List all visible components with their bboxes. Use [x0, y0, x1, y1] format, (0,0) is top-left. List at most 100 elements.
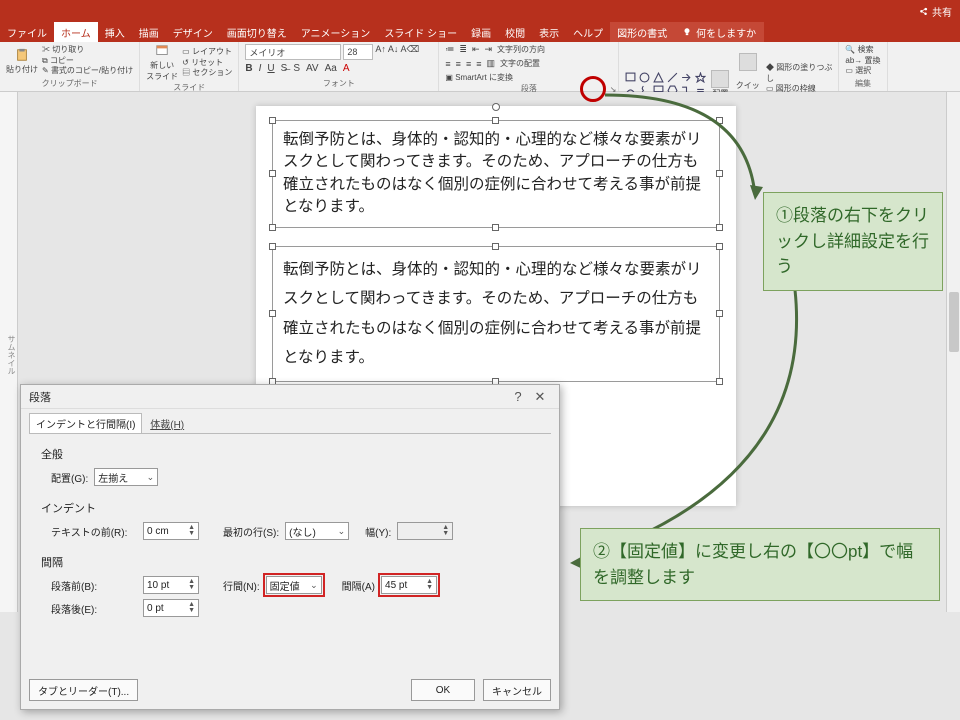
italic-icon[interactable]: I — [259, 63, 262, 74]
rotate-handle[interactable] — [492, 103, 500, 111]
cancel-button[interactable]: キャンセル — [483, 679, 551, 701]
text-box-1[interactable]: 転倒予防とは、身体的・認知的・心理的など様々な要素がリスクとして関わってきます。… — [272, 120, 720, 228]
paste-label[interactable]: 貼り付け — [6, 64, 38, 75]
shape-arrow-icon[interactable] — [681, 72, 692, 83]
font-size-combo[interactable]: 28 — [343, 44, 373, 60]
tell-me-input[interactable]: 何をしますか — [674, 22, 764, 42]
tab-design[interactable]: デザイン — [166, 22, 220, 42]
decrease-font-icon[interactable]: A↓ — [388, 44, 399, 60]
numbering-icon[interactable]: ≣ — [459, 44, 467, 55]
annotation-note-1: ①段落の右下をクリックし詳細設定を行う — [763, 192, 943, 291]
select-button[interactable]: ▭ 選択 — [845, 66, 880, 76]
shape-fill-button[interactable]: ◆ 図形の塗りつぶし — [766, 63, 832, 84]
arrange-icon[interactable] — [711, 70, 729, 88]
reset-button[interactable]: ↺ リセット — [182, 58, 232, 68]
resize-handle[interactable] — [269, 170, 276, 177]
space-before-spinner[interactable]: 10 pt▲▼ — [143, 576, 199, 594]
dialog-tab-indent[interactable]: インデントと行間隔(I) — [29, 413, 142, 433]
indent-increase-icon[interactable]: ⇥ — [485, 44, 493, 55]
resize-handle[interactable] — [492, 117, 499, 124]
resize-handle[interactable] — [269, 243, 276, 250]
space-after-spinner[interactable]: 0 pt▲▼ — [143, 599, 199, 617]
copy-button[interactable]: ⧉ コピー — [42, 56, 133, 66]
resize-handle[interactable] — [716, 243, 723, 250]
new-slide-icon[interactable] — [155, 44, 169, 58]
underline-icon[interactable]: U — [267, 63, 274, 74]
shadow-icon[interactable]: S — [293, 63, 300, 74]
cut-button[interactable]: ✂ 切り取り — [42, 45, 133, 55]
resize-handle[interactable] — [269, 310, 276, 317]
resize-handle[interactable] — [492, 243, 499, 250]
text-direction-button[interactable]: 文字列の方向 — [497, 44, 545, 55]
tab-animations[interactable]: アニメーション — [294, 22, 378, 42]
indent-before-spinner[interactable]: 0 cm▲▼ — [143, 522, 199, 540]
tab-view[interactable]: 表示 — [532, 22, 566, 42]
vertical-scrollbar[interactable] — [946, 92, 960, 612]
tab-transitions[interactable]: 画面切り替え — [220, 22, 294, 42]
strike-icon[interactable]: S̶ — [281, 63, 288, 74]
spacing-icon[interactable]: AV — [306, 63, 319, 74]
shape-rect-icon[interactable] — [625, 72, 636, 83]
font-name-combo[interactable]: メイリオ — [245, 44, 341, 60]
tab-slideshow[interactable]: スライド ショー — [377, 22, 464, 42]
bold-icon[interactable]: B — [245, 63, 252, 74]
line-spacing-select[interactable]: 固定値 — [266, 576, 322, 594]
tab-help[interactable]: ヘルプ — [566, 22, 610, 42]
ok-button[interactable]: OK — [411, 679, 475, 701]
resize-handle[interactable] — [716, 117, 723, 124]
first-line-select[interactable]: (なし) — [285, 522, 349, 540]
resize-handle[interactable] — [492, 224, 499, 231]
quick-styles-icon[interactable] — [739, 53, 757, 71]
resize-handle[interactable] — [716, 310, 723, 317]
dialog-tab-asian[interactable]: 体裁(H) — [144, 414, 190, 433]
tabs-button[interactable]: タブとリーダー(T)... — [29, 679, 138, 701]
clear-formatting-icon[interactable]: A⌫ — [400, 44, 419, 60]
resize-handle[interactable] — [269, 224, 276, 231]
align-left-icon[interactable]: ≡ — [445, 59, 450, 69]
section-button[interactable]: ▤ セクション — [182, 68, 232, 78]
tab-file[interactable]: ファイル — [0, 22, 54, 42]
text-box-2-content[interactable]: 転倒予防とは、身体的・認知的・心理的など様々な要素がリスクとして関わってきます。… — [283, 255, 709, 373]
tab-review[interactable]: 校閲 — [498, 22, 532, 42]
tab-record[interactable]: 録画 — [464, 22, 498, 42]
tab-home[interactable]: ホーム — [54, 22, 98, 42]
share-button[interactable]: 共有 — [919, 4, 952, 19]
replace-button[interactable]: ab→ 置換 — [845, 56, 880, 66]
resize-handle[interactable] — [716, 170, 723, 177]
scrollbar-thumb[interactable] — [949, 292, 959, 352]
text-box-1-content[interactable]: 転倒予防とは、身体的・認知的・心理的など様々な要素がリスクとして関わってきます。… — [283, 129, 709, 219]
indent-decrease-icon[interactable]: ⇤ — [472, 44, 480, 55]
text-align-button[interactable]: 文字の配置 — [500, 58, 540, 69]
font-color-icon[interactable]: A — [343, 63, 350, 74]
shape-triangle-icon[interactable] — [653, 72, 664, 83]
tab-insert[interactable]: 挿入 — [98, 22, 132, 42]
layout-button[interactable]: ▭ レイアウト — [182, 47, 232, 57]
shape-star-icon[interactable] — [695, 72, 706, 83]
find-button[interactable]: 🔍 検索 — [845, 45, 880, 55]
shape-line-icon[interactable] — [667, 72, 678, 83]
shape-circle-icon[interactable] — [639, 72, 650, 83]
columns-icon[interactable]: ▥ — [486, 58, 495, 69]
new-slide-label[interactable]: 新しい スライド — [146, 60, 178, 82]
smartart-button[interactable]: ▣ SmartArt に変換 — [445, 72, 513, 83]
group-drawing: 配置 クイック スタイル ◆ 図形の塗りつぶし ▭ 図形の枠線 ◑ 図形の効果 … — [619, 42, 839, 91]
bullets-icon[interactable]: ≔ — [445, 44, 454, 55]
justify-icon[interactable]: ≡ — [476, 59, 481, 69]
tab-format[interactable]: 図形の書式 — [610, 22, 674, 42]
format-painter-button[interactable]: ✎ 書式のコピー/貼り付け — [42, 66, 133, 76]
resize-handle[interactable] — [269, 117, 276, 124]
tab-draw[interactable]: 描画 — [132, 22, 166, 42]
help-icon[interactable]: ? — [507, 389, 529, 404]
align-center-icon[interactable]: ≡ — [456, 59, 461, 69]
line-spacing-at-spinner[interactable]: 45 pt▲▼ — [381, 576, 437, 594]
alignment-select[interactable]: 左揃え — [94, 468, 158, 486]
text-box-2[interactable]: 転倒予防とは、身体的・認知的・心理的など様々な要素がリスクとして関わってきます。… — [272, 246, 720, 382]
paste-icon[interactable] — [15, 48, 29, 62]
resize-handle[interactable] — [716, 224, 723, 231]
resize-handle[interactable] — [716, 378, 723, 385]
increase-font-icon[interactable]: A↑ — [375, 44, 386, 60]
case-icon[interactable]: Aa — [325, 63, 337, 74]
close-icon[interactable]: ✕ — [529, 389, 551, 405]
align-right-icon[interactable]: ≡ — [466, 59, 471, 69]
thumbnail-rail[interactable]: サムネイル — [0, 92, 18, 612]
